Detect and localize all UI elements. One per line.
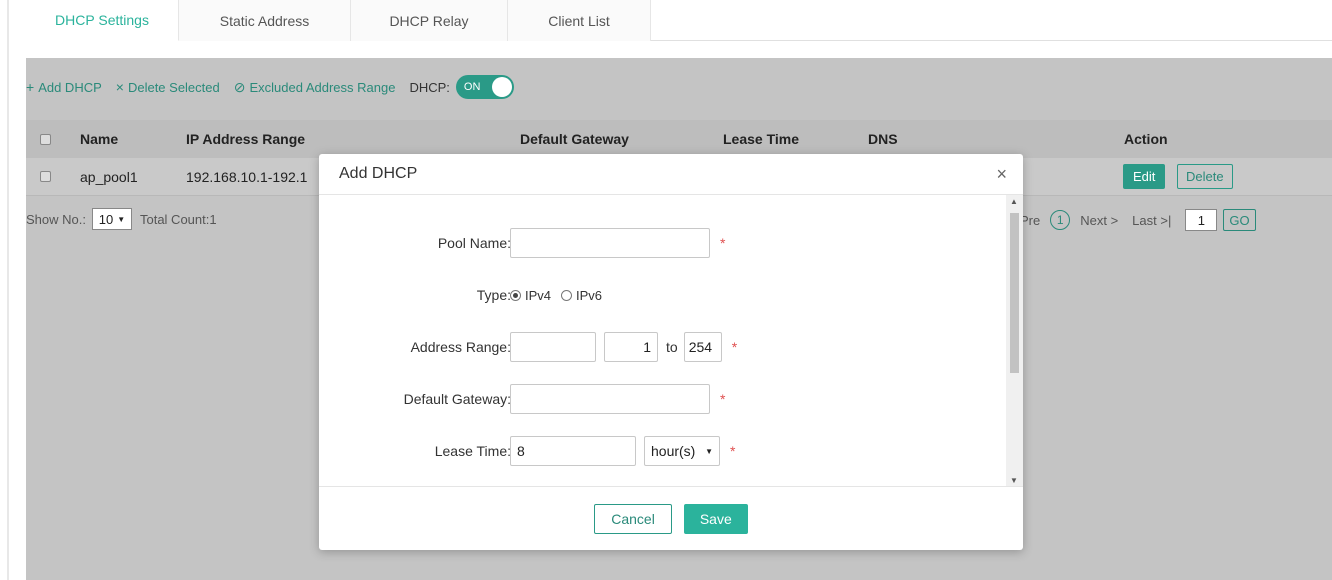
address-range-control: 1 to 254 * [510,332,737,362]
edit-button[interactable]: Edit [1123,164,1166,189]
header-action: Action [1124,131,1168,147]
row-checkbox[interactable] [40,171,51,182]
tab-dhcp-relay[interactable]: DHCP Relay [351,0,508,41]
page-jump-input[interactable]: 1 [1185,209,1218,231]
scroll-down-icon[interactable]: ▼ [1010,476,1018,485]
lease-unit-value: hour(s) [651,443,696,459]
plus-icon: + [26,79,35,95]
page-number-current[interactable]: 1 [1050,210,1071,230]
select-all-checkbox[interactable] [40,133,51,145]
delete-selected-label: Delete Selected [127,79,220,95]
tab-client-list[interactable]: Client List [508,0,651,41]
prohibited-icon: ⊘ [233,78,246,95]
close-icon[interactable]: × [996,164,1007,185]
add-dhcp-button[interactable]: + Add DHCP [26,79,102,95]
save-button[interactable]: Save [683,503,748,534]
type-ipv6-radio[interactable]: IPv6 [561,288,602,303]
radio-selected-icon [510,289,521,301]
prev-page-link[interactable]: Pre [1020,213,1040,228]
lease-time-label: Lease Time: [434,443,511,459]
page-size-select[interactable]: 10 ▼ [91,208,132,230]
address-to-label: to [666,339,678,355]
gateway-input[interactable] [510,384,710,414]
modal-scrollbar[interactable]: ▲ ▼ [1006,195,1023,486]
required-mark: * [720,391,726,407]
delete-button[interactable]: Delete [1177,164,1233,189]
required-mark: * [730,443,736,459]
modal-body: Pool Name: * Type: IPv4 IPv6 Address Ran… [319,195,1023,487]
page-size-value: 10 [98,211,114,227]
add-dhcp-label: Add DHCP [38,79,102,95]
header-gateway: Default Gateway [520,131,629,147]
header-name: Name [80,131,119,147]
tab-dhcp-settings[interactable]: DHCP Settings [26,0,179,41]
excluded-range-button[interactable]: ⊘ Excluded Address Range [234,79,396,96]
show-no-label: Show No.: [26,211,86,227]
dhcp-toggle-label: DHCP: [409,79,450,95]
lease-time-control: 8 hour(s) ▼ * [510,436,735,466]
cancel-button[interactable]: Cancel [594,503,672,534]
table-header: Name IP Address Range Default Gateway Le… [26,120,1332,158]
pager-right: Pre 1 Next > Last >| 1 GO [1020,209,1256,231]
lease-time-input[interactable]: 8 [510,436,636,466]
header-lease-time: Lease Time [723,131,800,147]
radio-unselected-icon [561,289,573,301]
pool-name-row: Pool Name: * [319,228,1009,258]
modal-title: Add DHCP [339,165,418,182]
left-divider [7,0,9,580]
pool-name-control: * [510,228,725,258]
caret-down-icon: ▼ [705,446,713,456]
type-row: Type: IPv4 IPv6 [319,280,1009,310]
add-dhcp-modal: Add DHCP × Pool Name: * Type: IPv4 IPv6 … [319,154,1023,550]
close-icon: × [115,79,124,95]
gateway-control: * [510,384,725,414]
pager-left: Show No.: 10 ▼ Total Count:1 [26,208,217,230]
dhcp-toggle[interactable]: ON [455,75,514,99]
lease-unit-select[interactable]: hour(s) ▼ [644,436,720,466]
scroll-thumb[interactable] [1010,213,1019,373]
app-root: DHCP Settings Static Address DHCP Relay … [0,0,1332,580]
total-count: Total Count:1 [139,211,217,227]
pool-name-label: Pool Name: [437,235,511,251]
required-mark: * [731,339,738,355]
row-ip-range: 192.168.10.1-192.1 [186,168,308,185]
type-ipv4-radio[interactable]: IPv4 [510,288,551,303]
type-radio-group: IPv4 IPv6 [510,288,612,303]
pool-name-input[interactable] [510,228,710,258]
header-ip-range: IP Address Range [186,131,306,147]
address-range-row: Address Range: 1 to 254 * [319,332,1009,362]
modal-header: Add DHCP × [319,154,1023,195]
toggle-knob [491,77,512,97]
gateway-row: Default Gateway: * [319,384,1009,414]
type-ipv6-label: IPv6 [576,287,603,303]
required-mark: * [720,235,726,251]
excluded-range-label: Excluded Address Range [249,79,396,95]
dhcp-toggle-text: ON [463,81,481,93]
type-label: Type: [476,287,511,303]
scroll-up-icon[interactable]: ▲ [1010,197,1018,206]
caret-down-icon: ▼ [117,214,126,224]
address-start-input[interactable]: 1 [604,332,658,362]
lease-time-row: Lease Time: 8 hour(s) ▼ * [319,436,1009,466]
next-page-link[interactable]: Next > [1080,213,1118,228]
go-button[interactable]: GO [1223,209,1256,231]
header-dns: DNS [868,131,898,147]
tab-static-address[interactable]: Static Address [179,0,351,41]
last-page-link[interactable]: Last >| [1132,213,1171,228]
address-end-input[interactable]: 254 [683,332,722,362]
gateway-label: Default Gateway: [403,391,511,407]
tab-bar: DHCP Settings Static Address DHCP Relay … [26,0,1332,41]
address-prefix-input[interactable] [510,332,596,362]
modal-footer: Cancel Save [319,487,1023,550]
toolbar: + Add DHCP × Delete Selected ⊘ Excluded … [26,74,514,100]
delete-selected-button[interactable]: × Delete Selected [116,79,220,95]
address-range-label: Address Range: [410,339,511,355]
type-ipv4-label: IPv4 [525,287,552,303]
row-name: ap_pool1 [80,168,138,185]
